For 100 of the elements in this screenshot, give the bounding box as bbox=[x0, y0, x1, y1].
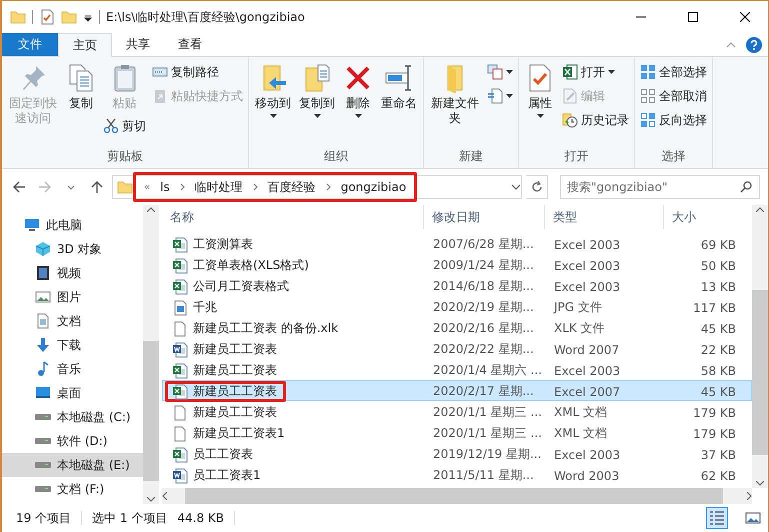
selection-count: 选中 1 个项目 bbox=[92, 510, 168, 526]
ribbon-button[interactable]: 删除 bbox=[340, 61, 376, 120]
ribbon-tab[interactable]: 共享 bbox=[112, 33, 164, 56]
cube-icon bbox=[35, 241, 51, 257]
navigation-item[interactable]: 本地磁盘 (C:) bbox=[2, 405, 143, 429]
help-icon[interactable] bbox=[746, 36, 762, 52]
navigation-item[interactable]: 桌面 bbox=[2, 381, 143, 405]
file-row[interactable]: 员工工资表 2019/12/19 星期... Excel 2003 37 KB bbox=[162, 443, 752, 464]
ribbon-button[interactable]: 复制路径 bbox=[150, 61, 245, 83]
file-name: 新建员工工资表 bbox=[193, 341, 277, 358]
ribbon-tab[interactable]: 查看 bbox=[164, 33, 216, 56]
scroll-down-icon[interactable] bbox=[147, 497, 155, 502]
desktop-icon bbox=[35, 385, 51, 401]
navigation-item[interactable]: 本地磁盘 (E:) bbox=[2, 453, 143, 477]
navigation-item[interactable]: 下载 bbox=[2, 333, 143, 357]
window-title: E:\ls\临时处理\百度经验\gongzibiao bbox=[106, 8, 306, 26]
scrollbar[interactable] bbox=[162, 488, 752, 504]
file-row[interactable]: 新建员工工资表 2020/2/22 星期... Word 2007 22 KB bbox=[162, 338, 752, 359]
file-row[interactable]: 工资测算表 2007/6/28 星期... Excel 2003 69 KB bbox=[162, 233, 752, 254]
file-row[interactable]: 工资单表格(XLS格式) 2009/1/24 星期... Excel 2003 50 KB bbox=[162, 254, 752, 275]
size-cell-text: 179 KB bbox=[692, 426, 737, 440]
navigation-item[interactable]: 图片 bbox=[2, 285, 143, 309]
file-row[interactable]: 新建员工工资表1 2020/1/1 星期三 ... XML 文档 179 KB bbox=[162, 422, 752, 443]
ribbon-button[interactable]: 历史记录 bbox=[560, 109, 631, 131]
date-cell-text: 2020/2/17 星期... bbox=[432, 383, 535, 400]
column-header[interactable]: 修改日期 bbox=[424, 205, 545, 229]
navigation-item[interactable]: 此电脑 bbox=[2, 213, 143, 237]
ribbon-button[interactable]: 属性 bbox=[522, 61, 558, 120]
navigation-item[interactable]: 3D 对象 bbox=[2, 237, 143, 261]
up-icon bbox=[90, 180, 104, 194]
file-row[interactable]: 公司月工资表格式 2014/6/18 星期... Excel 2003 13 KB bbox=[162, 275, 752, 296]
spreadsheet-icon bbox=[172, 258, 188, 274]
close-icon bbox=[740, 12, 750, 22]
breadcrumb-item[interactable]: ls bbox=[160, 180, 170, 194]
file-name: 公司月工资表格式 bbox=[193, 278, 289, 295]
ribbon-button[interactable]: 剪切 bbox=[101, 115, 148, 137]
ribbon-button[interactable]: 反向选择 bbox=[638, 109, 709, 131]
breadcrumb-item[interactable]: 临时处理 bbox=[194, 178, 243, 196]
file-row[interactable]: 新建员工工资表 2020/2/17 星期... Excel 2007 45 KB bbox=[162, 380, 752, 401]
file-row[interactable]: 新建员工工资表 2020/1/1 星期三 ... XML 文档 179 KB bbox=[162, 401, 752, 422]
ribbon-button[interactable]: 新建文件夹 bbox=[427, 61, 483, 128]
ribbon-button[interactable]: 复制到 bbox=[296, 61, 338, 120]
size-cell-text: 69 KB bbox=[700, 238, 737, 252]
properties-icon[interactable] bbox=[39, 9, 55, 25]
date-cell-text: 2014/6/18 星期... bbox=[432, 278, 535, 295]
size-cell-text: 13 KB bbox=[700, 280, 737, 294]
type-cell-text: XML 文档 bbox=[553, 404, 608, 421]
image-file-icon bbox=[172, 300, 188, 316]
spreadsheet-icon bbox=[172, 446, 188, 462]
file-name: 千兆 bbox=[193, 299, 217, 316]
folder-icon bbox=[117, 179, 133, 195]
ribbon-button[interactable]: 全部取消 bbox=[638, 85, 709, 107]
ribbon-button[interactable]: 复制 bbox=[63, 61, 99, 113]
breadcrumb-item[interactable]: gongzibiao bbox=[340, 180, 406, 194]
dropdown-icon[interactable] bbox=[511, 184, 521, 190]
file-row[interactable]: 新建员工工资表 2020/1/4 星期六 ... Excel 2003 58 KB bbox=[162, 359, 752, 380]
overflow-button[interactable]: « bbox=[144, 182, 150, 192]
ribbon-tab[interactable]: 主页 bbox=[58, 33, 112, 57]
ribbon-button[interactable]: 重命名 bbox=[378, 61, 420, 113]
scroll-left-icon[interactable] bbox=[162, 492, 167, 500]
navigation-item[interactable]: 文档 (F:) bbox=[2, 477, 143, 501]
column-header[interactable]: 类型 bbox=[545, 205, 664, 229]
column-header[interactable]: 大小 bbox=[664, 205, 741, 229]
file-row[interactable]: 新建员工工资表 的备份.xlk 2020/2/16 星期... XLK 文件 45 KB bbox=[162, 317, 752, 338]
address-field[interactable]: « ls 临时处理 百度经验 gongzibiao bbox=[112, 175, 522, 199]
refresh-button[interactable] bbox=[526, 175, 548, 199]
navigation-item[interactable]: 文档 bbox=[2, 309, 143, 333]
scroll-up-icon[interactable] bbox=[756, 207, 764, 212]
date-cell-text: 2020/1/4 星期六 ... bbox=[432, 362, 543, 379]
file-icon bbox=[172, 404, 188, 420]
file-name: 工资单表格(XLS格式) bbox=[193, 257, 309, 274]
file-menu-tab[interactable]: 文件 bbox=[2, 33, 58, 56]
file-icon bbox=[172, 320, 188, 336]
scroll-right-icon[interactable] bbox=[747, 492, 752, 500]
ribbon-button[interactable]: 全部选择 bbox=[638, 61, 709, 83]
ribbon-button[interactable]: 移动到 bbox=[252, 61, 294, 120]
collapse-icon[interactable] bbox=[726, 42, 736, 48]
file-name: 新建员工工资表 bbox=[193, 362, 277, 379]
date-cell-text: 2020/1/1 星期三 ... bbox=[432, 425, 543, 442]
file-row[interactable]: 员工工资表1 2011/5/11 星期... Word 2003 62 KB bbox=[162, 464, 752, 485]
details-view-button[interactable] bbox=[706, 507, 728, 529]
film-icon bbox=[35, 265, 51, 281]
date-cell-text: 2011/5/11 星期... bbox=[432, 467, 535, 484]
select-none-icon bbox=[640, 88, 656, 104]
chevron-icon bbox=[252, 183, 258, 191]
navigation-item[interactable]: 音乐 bbox=[2, 357, 143, 381]
scroll-down-icon[interactable] bbox=[756, 481, 764, 486]
file-row[interactable]: 千兆 2020/2/19 星期... JPG 文件 117 KB bbox=[162, 296, 752, 317]
size-cell-text: 22 KB bbox=[700, 342, 737, 356]
scrollbar[interactable] bbox=[752, 205, 768, 488]
navigation-item[interactable]: 视频 bbox=[2, 261, 143, 285]
picture-icon bbox=[745, 510, 761, 526]
scroll-up-icon[interactable] bbox=[147, 207, 155, 212]
breadcrumb-item[interactable]: 百度经验 bbox=[268, 178, 316, 196]
date-cell-text: 2020/2/16 星期... bbox=[432, 320, 535, 337]
column-header[interactable]: 名称 bbox=[162, 205, 424, 229]
navigation-item[interactable]: 软件 (D:) bbox=[2, 429, 143, 453]
ribbon-button[interactable]: 打开 bbox=[560, 61, 631, 83]
search-field[interactable]: 搜索"gongzibiao" bbox=[560, 175, 760, 199]
scrollbar[interactable] bbox=[143, 205, 159, 504]
